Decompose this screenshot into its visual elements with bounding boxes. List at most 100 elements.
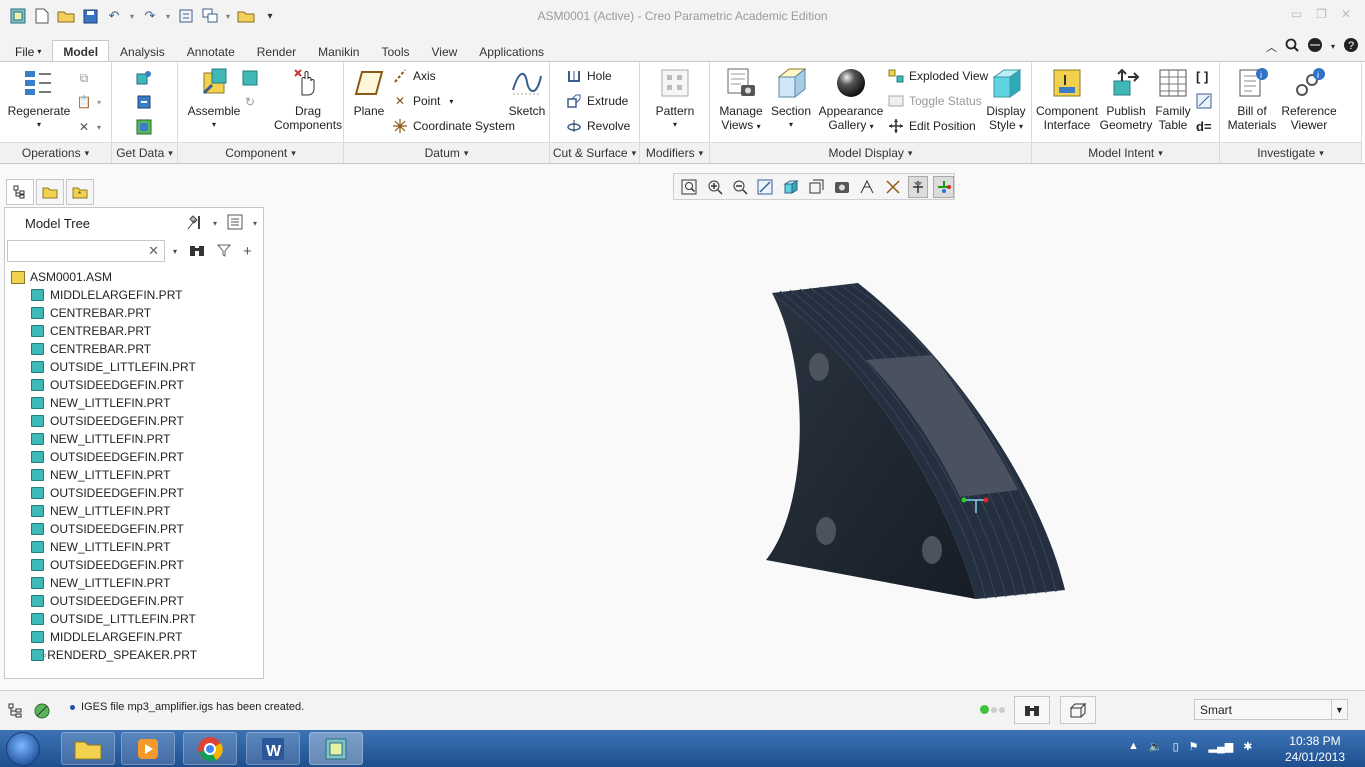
paste-icon[interactable]: 📋 ▾ <box>76 92 102 112</box>
section-button[interactable]: Section ▾ <box>770 66 812 132</box>
tab-applications[interactable]: Applications <box>468 40 555 62</box>
appearance-gallery-button[interactable]: Appearance Gallery ▾ <box>818 66 884 134</box>
tree-item[interactable]: NEW_LITTLEFIN.PRT <box>5 394 263 412</box>
coordinate-system-button[interactable]: Coordinate System <box>392 116 515 136</box>
search-icon[interactable] <box>1285 38 1299 55</box>
chrome-taskbar-icon[interactable] <box>183 732 237 765</box>
copy-icon[interactable]: ⧉ <box>76 68 92 88</box>
network-icon[interactable]: ▂▄▆ <box>1209 740 1234 753</box>
save-icon[interactable] <box>80 6 100 26</box>
tree-item[interactable]: NEW_LITTLEFIN.PRT <box>5 538 263 556</box>
plane-button[interactable]: Plane <box>350 66 388 118</box>
find-binoculars-icon[interactable] <box>189 243 205 260</box>
tree-item[interactable]: CENTREBAR.PRT <box>5 304 263 322</box>
show-hidden-icons[interactable]: ▲ <box>1128 740 1139 753</box>
tree-search-input[interactable]: ✕ <box>7 240 165 262</box>
show-list-icon[interactable] <box>227 214 243 233</box>
tree-settings-dropdown-icon[interactable]: ▾ <box>213 219 217 228</box>
tree-item[interactable]: OUTSIDEEDGEFIN.PRT <box>5 412 263 430</box>
tab-tools[interactable]: Tools <box>370 40 420 62</box>
display-style-button[interactable]: Display Style ▾ <box>982 66 1030 134</box>
sketch-button[interactable]: Sketch <box>508 66 546 118</box>
create-component-icon[interactable] <box>242 68 258 88</box>
redo-dropdown-icon[interactable]: ▾ <box>164 6 172 26</box>
tree-item[interactable]: OUTSIDEEDGEFIN.PRT <box>5 556 263 574</box>
zoom-out-icon[interactable] <box>730 176 750 198</box>
filter-icon[interactable] <box>216 243 232 260</box>
tree-settings-icon[interactable] <box>185 214 203 233</box>
taskbar-clock[interactable]: 10:38 PM 24/01/2013 <box>1285 733 1345 765</box>
annotation-display-icon[interactable] <box>933 175 954 198</box>
minimize-icon[interactable]: ▭ <box>1291 7 1302 21</box>
media-player-taskbar-icon[interactable] <box>121 732 175 765</box>
folder-browser-tab[interactable] <box>36 179 64 205</box>
operations-group-label[interactable]: Operations <box>0 142 111 163</box>
show-list-dropdown-icon[interactable]: ▾ <box>253 219 257 228</box>
volume-icon[interactable]: 🔈 <box>1149 740 1163 753</box>
point-button[interactable]: ✕ Point ▾ <box>392 91 453 111</box>
display-style-small-icon[interactable] <box>781 176 801 198</box>
edit-position-button[interactable]: Edit Position <box>888 116 976 136</box>
reference-viewer-button[interactable]: i Reference Viewer <box>1278 66 1340 132</box>
help-icon[interactable]: ? <box>1343 37 1359 56</box>
spin-center-icon[interactable] <box>907 175 929 198</box>
tree-item[interactable]: OUTSIDE_LITTLEFIN.PRT <box>5 358 263 376</box>
revolve-button[interactable]: Revolve <box>566 116 630 136</box>
tree-item[interactable]: OUTSIDEEDGEFIN.PRT <box>5 520 263 538</box>
tab-render[interactable]: Render <box>246 40 307 62</box>
tree-item[interactable]: NEW_LITTLEFIN.PRT <box>5 574 263 592</box>
model-intent-group-label[interactable]: Model Intent <box>1032 142 1219 163</box>
redo-icon[interactable]: ↷ <box>140 6 160 26</box>
community-dropdown-icon[interactable]: ▾ <box>1331 42 1335 51</box>
refit-icon[interactable] <box>679 176 699 198</box>
select-box-icon[interactable] <box>1060 696 1096 724</box>
relations-icon[interactable]: d= <box>1196 116 1212 136</box>
bill-of-materials-button[interactable]: i Bill of Materials <box>1224 66 1280 132</box>
tree-item[interactable]: OUTSIDEEDGEFIN.PRT <box>5 376 263 394</box>
find-icon[interactable] <box>1014 696 1050 724</box>
tab-model[interactable]: Model <box>52 40 110 62</box>
action-center-icon[interactable]: ⚑ <box>1189 740 1199 753</box>
open-folder-icon[interactable] <box>56 6 76 26</box>
tree-root-assembly[interactable]: ASM0001.ASM <box>5 268 263 286</box>
tree-item[interactable]: ▫ RENDERD_SPEAKER.PRT <box>5 646 263 664</box>
datum-group-label[interactable]: Datum <box>344 142 549 163</box>
parameters-icon[interactable]: [ ] <box>1196 66 1208 86</box>
windows-dropdown-icon[interactable]: ▾ <box>224 6 232 26</box>
saved-orientations-icon[interactable] <box>806 176 826 198</box>
investigate-group-label[interactable]: Investigate <box>1220 142 1361 163</box>
tab-file[interactable]: File ▾ <box>4 40 52 62</box>
community-icon[interactable] <box>1307 37 1323 56</box>
customize-qat-icon[interactable]: ▾ <box>260 6 280 26</box>
shrinkwrap-icon[interactable] <box>136 117 152 137</box>
zoom-in-icon[interactable] <box>704 176 724 198</box>
model-display-group-label[interactable]: Model Display <box>710 142 1031 163</box>
explorer-taskbar-icon[interactable] <box>61 732 115 765</box>
cut-surface-group-label[interactable]: Cut & Surface <box>550 142 639 163</box>
manage-views-button[interactable]: Manage Views ▾ <box>714 66 768 134</box>
windows-icon[interactable] <box>200 6 220 26</box>
folder-icon[interactable] <box>236 6 256 26</box>
modifiers-group-label[interactable]: Modifiers <box>640 142 709 163</box>
minimize-ribbon-icon[interactable]: ︿ <box>1266 39 1277 55</box>
axis-button[interactable]: Axis <box>392 66 436 86</box>
repeat-icon[interactable]: ↻ <box>242 92 258 112</box>
sync-icon[interactable]: ✱ <box>1243 740 1252 753</box>
tree-item[interactable]: CENTREBAR.PRT <box>5 322 263 340</box>
extrude-button[interactable]: Extrude <box>566 91 628 111</box>
assemble-button[interactable]: Assemble ▾ <box>184 66 244 132</box>
search-dropdown-icon[interactable]: ▾ <box>173 247 177 256</box>
tab-manikin[interactable]: Manikin <box>307 40 370 62</box>
creo-taskbar-icon[interactable] <box>309 732 363 765</box>
view-manager-icon[interactable] <box>832 176 852 198</box>
datum-display-filters-icon[interactable] <box>882 176 902 198</box>
word-taskbar-icon[interactable]: W <box>246 732 300 765</box>
undo-dropdown-icon[interactable]: ▾ <box>128 6 136 26</box>
tree-item[interactable]: MIDDLELARGEFIN.PRT <box>5 286 263 304</box>
tree-item[interactable]: NEW_LITTLEFIN.PRT <box>5 502 263 520</box>
favorites-tab[interactable]: * <box>66 179 94 205</box>
start-button[interactable] <box>6 732 40 766</box>
selection-filter-dropdown[interactable]: Smart ▼ <box>1194 699 1348 720</box>
toggle-status-button[interactable]: Toggle Status <box>888 91 982 111</box>
tree-item[interactable]: NEW_LITTLEFIN.PRT <box>5 466 263 484</box>
